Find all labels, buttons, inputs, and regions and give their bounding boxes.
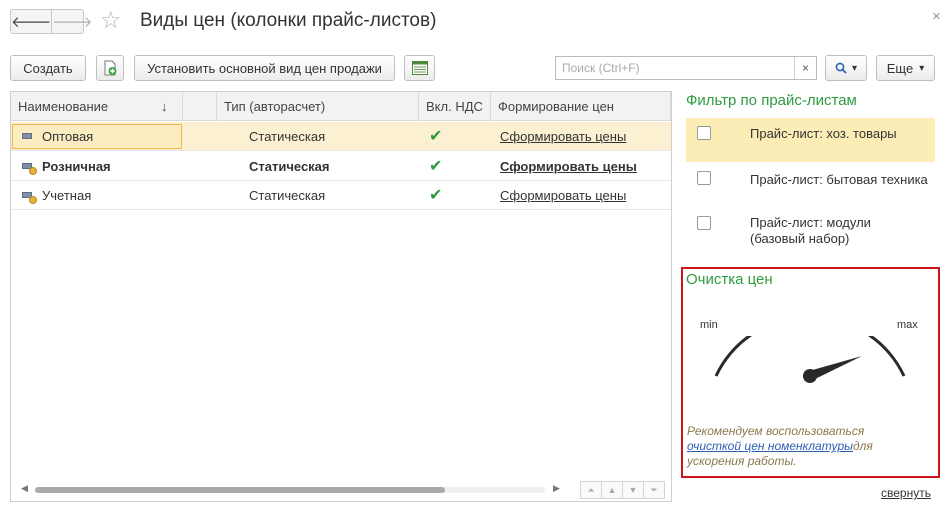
create-button[interactable]: Создать [10,55,86,81]
gauge-icon [714,336,906,383]
filter-item-label: Прайс-лист: хоз. товары [750,126,897,141]
selected-cell-outline [12,124,182,149]
form-prices-link[interactable]: Сформировать цены [500,122,626,151]
filter-checkbox[interactable] [697,171,711,185]
last-page-icon[interactable]: ⏷ [643,481,665,499]
filter-item[interactable]: Прайс-лист: хоз. товары [686,118,935,162]
row-name: Оптовая [42,129,94,144]
arrow-right-icon: 🡒 [52,14,93,31]
row-type: Статическая [249,159,330,174]
first-page-icon[interactable]: ⏶ [580,481,602,499]
scrollbar-thumb[interactable] [35,487,445,493]
price-type-default-icon [22,163,37,175]
navigation-buttons: 🡐 🡒 [10,9,92,34]
pager: ⏶ ▲ ▼ ⏷ [580,481,665,499]
horizontal-scrollbar[interactable]: ◀ ▶ [21,483,561,494]
column-header-blank [183,92,217,121]
sort-down-icon: ↓ [161,99,168,114]
set-default-price-type-button[interactable]: Установить основной вид цен продажи [134,55,395,81]
filter-item[interactable]: Прайс-лист: бытовая техника [686,163,935,199]
column-header-name[interactable]: Наименование ↓ [11,92,183,121]
gauge-max-label: max [897,319,918,331]
search-options-button[interactable]: ▾ [825,55,867,81]
add-document-icon [104,60,117,76]
price-cleanup-hint: Рекомендуем воспользоваться очисткой цен… [687,424,932,469]
price-cleanup-title: Очистка цен [686,271,773,288]
filter-checkbox[interactable] [697,126,711,140]
gauge-min-label: min [700,319,718,331]
form-prices-link[interactable]: Сформировать цены [500,181,626,210]
close-icon[interactable]: × [932,8,941,25]
page-title: Виды цен (колонки прайс-листов) [140,10,437,31]
favorite-star-icon[interactable]: ☆ [100,7,122,35]
table-report-icon [411,61,428,75]
search-field: × [555,56,817,80]
next-page-icon[interactable]: ▼ [622,481,644,499]
report-button[interactable] [404,55,435,81]
price-types-table: Наименование ↓ Тип (авторасчет) Вкл. НДС… [10,91,672,502]
filter-item-label: Прайс-лист: модули (базовый набор) [750,215,871,246]
arrow-left-icon: 🡐 [11,14,52,31]
price-type-icon [22,133,32,139]
row-name: Учетная [42,188,92,203]
filter-item-label: Прайс-лист: бытовая техника [750,172,928,187]
previous-page-icon[interactable]: ▲ [601,481,623,499]
search-input[interactable] [556,57,794,79]
column-header-vat[interactable]: Вкл. НДС [419,92,491,121]
column-header-type[interactable]: Тип (авторасчет) [217,92,419,121]
table-header: Наименование ↓ Тип (авторасчет) Вкл. НДС… [11,92,671,121]
table-row[interactable]: Учетная Статическая ✔ Сформировать цены [11,181,671,210]
filter-checkbox[interactable] [697,216,711,230]
back-button[interactable]: 🡐 [11,10,53,33]
row-name: Розничная [42,159,111,174]
copy-new-button[interactable] [96,55,124,81]
row-type: Статическая [249,129,326,144]
hint-prefix: Рекомендуем воспользоваться [687,424,865,438]
more-label: Еще [886,60,914,76]
forward-button[interactable]: 🡒 [52,10,92,33]
chevron-down-icon: ▾ [919,62,925,74]
price-type-default-icon [22,192,37,204]
more-button[interactable]: Еще ▾ [876,55,935,81]
chevron-down-icon: ▾ [851,62,858,74]
vat-check-icon: ✔ [429,128,443,145]
column-header-name-label: Наименование [18,99,109,114]
filter-title: Фильтр по прайс-листам [686,92,857,109]
table-row[interactable]: Оптовая Статическая ✔ Сформировать цены [11,122,671,151]
row-type: Статическая [249,188,326,203]
search-icon [835,62,847,74]
vat-check-icon: ✔ [429,158,443,175]
scroll-left-icon[interactable]: ◀ [21,483,28,494]
collapse-link[interactable]: свернуть [881,486,931,500]
form-prices-link[interactable]: Сформировать цены [500,152,637,181]
vat-check-icon: ✔ [429,187,443,204]
clear-search-icon[interactable]: × [794,57,816,79]
table-row[interactable]: Розничная Статическая ✔ Сформировать цен… [11,152,671,181]
price-cleanup-link[interactable]: очисткой цен номенклатуры [687,439,853,453]
filter-item[interactable]: Прайс-лист: модули (базовый набор) [686,206,935,252]
column-header-formation[interactable]: Формирование цен [491,92,671,121]
scroll-right-icon[interactable]: ▶ [553,483,560,494]
